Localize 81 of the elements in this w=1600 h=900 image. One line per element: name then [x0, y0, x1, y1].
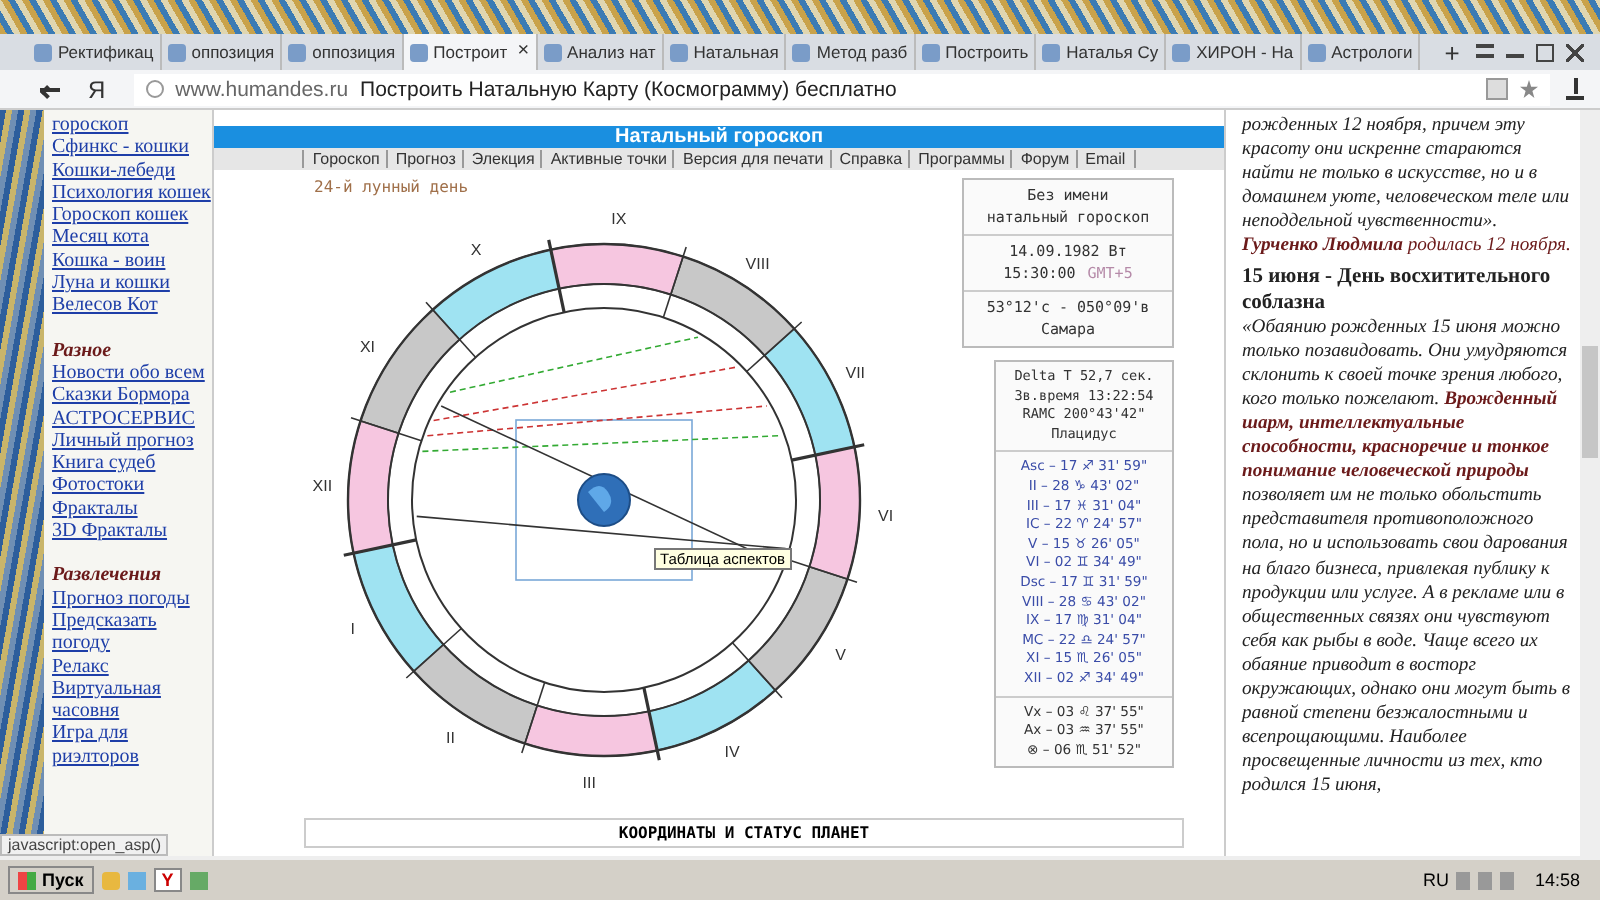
- maximize-icon[interactable]: [1536, 43, 1554, 61]
- page-icon: [288, 43, 307, 61]
- sidebar-link[interactable]: Игра для риэлторов: [52, 722, 212, 769]
- section-heading: Разное: [52, 339, 114, 362]
- page-icon: [543, 43, 562, 61]
- close-icon[interactable]: ×: [517, 40, 530, 64]
- sidebar-link[interactable]: Луна и кошки: [52, 272, 212, 295]
- sidebar-link[interactable]: гороскоп: [52, 114, 212, 137]
- sidebar-link[interactable]: Предсказать погоду: [52, 609, 212, 656]
- sidebar-link[interactable]: Месяц кота: [52, 226, 212, 250]
- url-text: www.humandes.ru: [175, 77, 349, 101]
- clock: 14:58: [1534, 870, 1580, 890]
- house-number: VII: [845, 363, 866, 382]
- window-icon[interactable]: [189, 871, 208, 889]
- browser-logo[interactable]: Я: [88, 75, 106, 103]
- house-number: III: [582, 773, 596, 792]
- sidebar-link[interactable]: Кошка - воин: [52, 249, 212, 273]
- house-number: I: [350, 620, 355, 639]
- page-icon: [1172, 43, 1191, 61]
- nav-link[interactable]: Элекция: [461, 150, 535, 168]
- menu-icon[interactable]: [1476, 43, 1494, 57]
- house-number: XII: [312, 477, 333, 496]
- sidebar-link[interactable]: Релакс: [52, 655, 212, 678]
- paragraph: «Обаянию рожденных 15 июня можно только позавидовать. Они умудряются склонить к своей точке зрения любого, кого только пожелают. Врожденный шарм, интеллектуальные способности, красноречие и тонкое понимание человеческой природы позволяет им не только обольстить представителя противоположного пола, но и использовать свои дарования на благо бизнеса, привлекая публику к продукции или услуге. А в рекламе или в общественных связях они чувствуют себя как рыбы в воде. Чаще всего их обаяние приводит в восторг окружающих, однако они могут быть в равной степени безжалостными и всепрощающими. Наиболее просвещенные личности из тех, кто родился 15 июня,: [1242, 315, 1572, 799]
- nav-link[interactable]: Форум: [1010, 150, 1070, 168]
- page-icon: [669, 43, 688, 61]
- address-field[interactable]: www.humandes.ru Построить Натальную Карту (Космограмму) бесплатно: [133, 73, 1550, 105]
- close-icon[interactable]: [1566, 43, 1584, 61]
- page-title: Построить Натальную Карту (Космограмму) бесплатно: [360, 77, 897, 101]
- globe-icon[interactable]: [577, 473, 631, 527]
- browser-tab[interactable]: Построит ×: [403, 34, 538, 70]
- nav-link[interactable]: Активные точки: [540, 150, 667, 168]
- nav-link[interactable]: Гороскоп: [302, 150, 380, 168]
- page-icon: [921, 43, 940, 61]
- page-icon: [34, 43, 52, 61]
- bookmark-icon[interactable]: [1486, 78, 1508, 100]
- nav-link[interactable]: Прогноз: [385, 150, 456, 168]
- lunar-day-text: 24-й лунный день: [312, 176, 471, 196]
- new-tab-button[interactable]: +: [1436, 37, 1468, 67]
- paragraph: рожденных 12 ноября, причем эту красоту они искренне стараются найти не только в искусстве, но и в домашнем уюте, человеческом теле или неподдельной чувственности».: [1242, 114, 1572, 235]
- page-icon: [792, 43, 811, 61]
- section-title: КООРДИНАТЫ И СТАТУС ПЛАНЕТ: [304, 818, 1184, 848]
- paragraph: Гурченко Людмила родилась 12 ноября.: [1242, 234, 1572, 260]
- status-text: javascript:open_asp(): [0, 834, 169, 856]
- language-indicator[interactable]: RU: [1422, 870, 1449, 890]
- sidebar-link[interactable]: Прогноз погоды: [52, 587, 212, 610]
- house-number: IX: [611, 210, 627, 229]
- scrollbar[interactable]: [1580, 110, 1600, 856]
- page-icon: [1307, 43, 1326, 61]
- page-icon: [1042, 43, 1061, 61]
- house-number: XI: [359, 338, 376, 357]
- sidebar-link[interactable]: Сфинкс - кошки: [52, 136, 212, 160]
- sidebar-link[interactable]: Книга судеб: [52, 452, 212, 475]
- sidebar-link[interactable]: Виртуальная часовня: [52, 677, 212, 723]
- sidebar-link[interactable]: 3D Фракталы: [52, 520, 212, 543]
- house-number: VIII: [745, 255, 770, 274]
- start-button[interactable]: Пуск: [8, 866, 94, 894]
- sidebar-link[interactable]: Фотостоки: [52, 474, 212, 498]
- page-header: Натальный гороскоп: [214, 126, 1224, 148]
- nav-link[interactable]: Программы: [908, 150, 1005, 168]
- sidebar-link[interactable]: Личный прогноз: [52, 429, 212, 453]
- page-icon: [409, 43, 428, 61]
- house-number: X: [470, 240, 482, 259]
- house-number: IV: [724, 743, 740, 762]
- sidebar-link[interactable]: АСТРОСЕРВИС: [52, 407, 212, 430]
- house-number: VI: [878, 506, 894, 525]
- sidebar-link[interactable]: Фракталы: [52, 497, 212, 521]
- sidebar-link[interactable]: Кошки-лебеди: [52, 159, 212, 182]
- section-heading: Развлечения: [52, 564, 163, 588]
- sidebar-link[interactable]: Новости обо всем: [52, 361, 212, 385]
- sidebar-link[interactable]: Сказки Бормора: [52, 384, 212, 408]
- house-number: V: [835, 645, 846, 664]
- house-number: II: [445, 728, 455, 747]
- nav-link[interactable]: Email: [1075, 150, 1136, 168]
- article-heading: 15 июня - День восхитительного соблазна: [1242, 263, 1553, 316]
- sidebar-link[interactable]: Гороскоп кошек: [52, 204, 212, 227]
- nav-link[interactable]: Версия для печати: [672, 150, 824, 168]
- browser-icon[interactable]: Y: [153, 868, 182, 892]
- sidebar-link[interactable]: Психология кошек: [52, 181, 212, 205]
- sidebar-link[interactable]: Велесов Кот: [52, 294, 212, 318]
- nav-link[interactable]: Справка: [829, 150, 903, 168]
